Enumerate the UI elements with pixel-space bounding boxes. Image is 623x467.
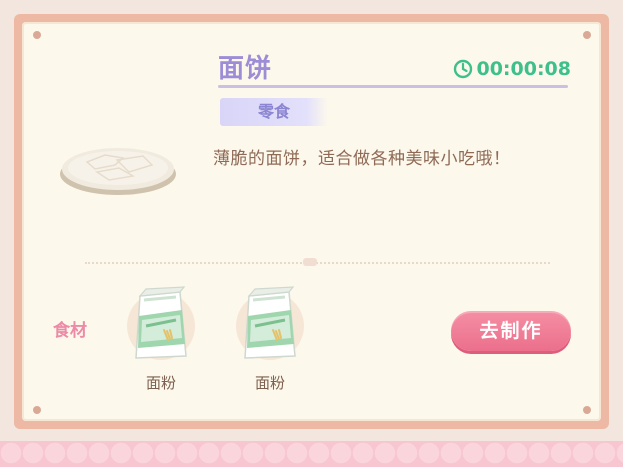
flour-bag-icon [244, 286, 296, 359]
flour-bag-icon [135, 286, 187, 359]
recipe-card [22, 22, 601, 421]
ingredients-label: 食材 [53, 321, 87, 341]
category-tag: 零食 [220, 98, 328, 126]
scalloped-border [0, 441, 623, 467]
flatbread-icon [60, 148, 176, 195]
corner-dot-top-right [583, 31, 591, 39]
title-underline [218, 85, 568, 88]
divider-ornament [303, 258, 317, 266]
corner-dot-bottom-right [583, 406, 591, 414]
timer: 00:00:08 [453, 58, 571, 80]
corner-dot-top-left [33, 31, 41, 39]
ingredient-name: 面粉 [254, 374, 285, 392]
section-divider [85, 262, 550, 266]
recipe-screen: 面饼 00:00:08 零食 薄脆的面饼，适合做各种美味小吃哦！ 食材 面粉 面… [0, 0, 623, 467]
ingredient-item[interactable]: 面粉 [121, 286, 201, 392]
ingredient-item[interactable]: 面粉 [230, 286, 310, 392]
recipe-title: 面饼 [218, 54, 273, 84]
timer-value: 00:00:08 [476, 58, 571, 80]
clock-icon [454, 59, 473, 79]
corner-dot-bottom-left [33, 406, 41, 414]
make-button[interactable]: 去制作 [451, 311, 571, 351]
ingredient-name: 面粉 [145, 374, 176, 392]
recipe-description: 薄脆的面饼，适合做各种美味小吃哦！ [213, 149, 511, 169]
